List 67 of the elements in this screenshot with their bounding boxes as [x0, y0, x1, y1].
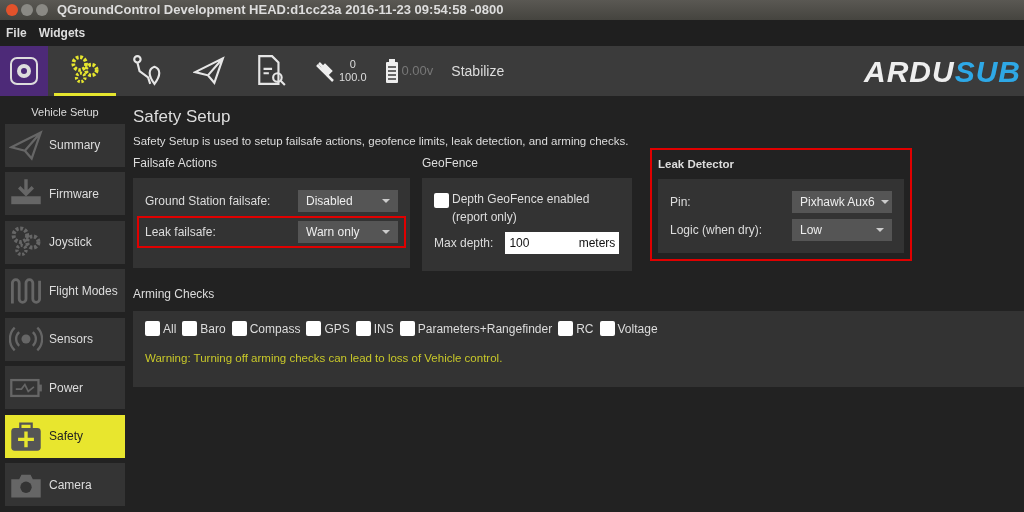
paper-plane-icon [193, 53, 225, 86]
caret-icon [880, 200, 889, 204]
satellite-count: 0 [348, 57, 357, 71]
checkbox[interactable] [399, 321, 415, 337]
sidebar-item[interactable]: Joystick [5, 220, 125, 264]
field-label: Leak failsafe: [145, 223, 216, 241]
section-heading: Leak Detector [658, 156, 736, 172]
maximize-button[interactable] [36, 4, 48, 16]
checkbox-label: RC [576, 320, 594, 338]
checkbox-label: All [163, 320, 177, 338]
depth-input[interactable]: 100 meters [505, 231, 620, 254]
section-heading: GeoFence [422, 154, 480, 172]
checkbox[interactable] [599, 321, 615, 337]
checkbox[interactable] [434, 192, 449, 208]
section-heading: Arming Checks [133, 285, 216, 303]
checkbox[interactable] [355, 321, 371, 337]
menu-item[interactable]: File [6, 24, 27, 42]
checkbox[interactable] [306, 321, 322, 337]
route-icon [131, 53, 163, 86]
warning-text: Warning: Turning off arming checks can lead to loss of Vehicle control. [145, 350, 504, 366]
sidebar-item[interactable]: Safety [5, 414, 125, 458]
sidebar-item[interactable]: Firmware [5, 172, 125, 215]
checkbox-label: GPS [324, 320, 350, 338]
sidebar-item[interactable]: Power [5, 366, 125, 409]
field-label: Max depth: [434, 234, 494, 252]
dropdown[interactable]: Warn only [298, 220, 398, 243]
checkbox[interactable] [145, 321, 160, 337]
sidebar-item[interactable]: Camera [5, 463, 125, 506]
checkbox-label: Baro [200, 320, 226, 338]
caret-icon [876, 228, 884, 232]
sidebar-item[interactable]: Summary [5, 123, 125, 167]
battery-voltage: 0.00v [401, 62, 434, 81]
section-heading: Failsafe Actions [133, 154, 219, 172]
checkbox-label: Depth GeoFence enabled (report only) [452, 190, 591, 226]
checkbox-label: Compass [249, 320, 301, 338]
caret-icon [382, 198, 390, 203]
dropdown[interactable]: Disabled [298, 189, 398, 212]
menu-item[interactable]: Widgets [38, 24, 86, 42]
gears-icon [69, 53, 101, 86]
checkbox-label: Voltage [617, 320, 658, 338]
caret-icon [382, 229, 390, 234]
checkbox-label: Parameters+Rangefinder [417, 320, 553, 338]
checkbox-label: INS [373, 320, 394, 338]
checkbox[interactable] [182, 321, 198, 337]
checkbox[interactable] [231, 321, 247, 337]
sidebar-item[interactable]: Sensors [5, 317, 125, 361]
medical-kit-icon [9, 419, 43, 453]
dropdown[interactable]: Pixhawk Aux6 [792, 191, 892, 213]
page-title: Safety Setup [133, 106, 232, 128]
sidebar-title: Vehicle Setup [30, 105, 100, 120]
flight-mode-selector[interactable]: Stabilize [451, 60, 505, 82]
window-title: QGroundControl Development HEAD:d1cc23a 2016-11-23 09:54:58 -0800 [57, 1, 504, 20]
paper-plane-icon [9, 128, 43, 162]
checkbox[interactable] [558, 321, 574, 337]
field-label: Ground Station failsafe: [145, 192, 271, 210]
field-label: Logic (when dry): [670, 222, 763, 239]
battery-icon[interactable] [384, 59, 399, 83]
page-description: Safety Setup is used to setup failsafe actions, geofence limits, leak detection, and arming checks. [133, 133, 630, 149]
field-label: Pin: [670, 194, 691, 211]
gears-icon [9, 225, 43, 259]
document-search-icon [255, 53, 287, 86]
brand-logo: ARDUSUB [864, 53, 1021, 90]
hdop-value: 100.0 [339, 71, 367, 85]
sidebar-item[interactable]: Flight Modes [5, 269, 125, 312]
app-logo-icon[interactable] [0, 46, 48, 96]
minimize-button[interactable] [21, 4, 33, 16]
dropdown[interactable]: Low [792, 219, 892, 241]
